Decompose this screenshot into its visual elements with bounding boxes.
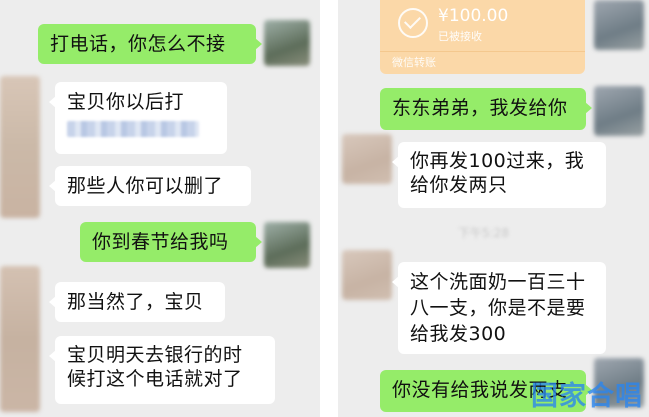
message-text-line: 你再发100过来，我 (410, 150, 585, 172)
redacted-text (67, 121, 199, 137)
message-bubble[interactable]: 你到春节给我吗 (80, 222, 262, 262)
message-text-line: 候打这个电话就对了 (67, 368, 243, 390)
transfer-amount: ¥100.00 (438, 6, 509, 26)
avatar[interactable] (342, 250, 392, 300)
message-bubble[interactable]: 宝贝明天去银行的时 候打这个电话就对了 (49, 336, 275, 404)
message-text: 那些人你可以删了 (67, 175, 224, 197)
transfer-footer: 微信转账 (380, 51, 585, 74)
avatar[interactable] (264, 20, 310, 66)
right-chat-panel: ¥100.00 已被接收 微信转账 东东弟弟，我发给你 你再发100过来，我 给… (338, 0, 649, 417)
avatar[interactable] (0, 266, 40, 412)
message-text: 你到春节给我吗 (92, 231, 229, 253)
message-text-line: 这个洗面奶一百三十 (410, 271, 586, 293)
left-chat-panel: 打电话，你怎么不接 宝贝你以后打 那些人你可以删了 你到春节给我吗 那当然了，宝… (0, 0, 320, 417)
message-bubble[interactable]: 你再发100过来，我 给你发两只 (392, 142, 606, 208)
message-text: 宝贝你以后打 (67, 91, 185, 113)
message-timestamp: 下午5:28 (458, 226, 509, 240)
message-text-line: 给你发两只 (410, 174, 508, 196)
avatar[interactable] (342, 134, 392, 184)
message-text-line: 给我发300 (410, 323, 507, 345)
message-bubble[interactable]: 那些人你可以删了 (49, 166, 251, 206)
message-text: 东东弟弟，我发给你 (392, 97, 568, 119)
message-bubble[interactable]: 东东弟弟，我发给你 (380, 88, 592, 130)
message-text-line: 八一支，你是不是要 (410, 297, 586, 319)
watermark: 国家合唱 (531, 381, 643, 412)
avatar[interactable] (0, 76, 40, 218)
message-text: 打电话，你怎么不接 (50, 33, 226, 55)
transfer-card[interactable]: ¥100.00 已被接收 微信转账 (380, 0, 585, 74)
avatar[interactable] (594, 86, 644, 136)
avatar[interactable] (264, 222, 310, 268)
message-bubble[interactable]: 打电话，你怎么不接 (38, 24, 262, 64)
message-bubble[interactable]: 那当然了，宝贝 (49, 282, 225, 322)
message-bubble[interactable]: 这个洗面奶一百三十 八一支，你是不是要 给我发300 (392, 262, 606, 354)
avatar[interactable] (594, 0, 644, 50)
transfer-status: 已被接收 (438, 30, 482, 43)
message-text: 那当然了，宝贝 (67, 291, 204, 313)
check-circle-icon (398, 8, 428, 38)
message-bubble[interactable]: 宝贝你以后打 (49, 82, 227, 154)
message-text-line: 宝贝明天去银行的时 (67, 344, 243, 366)
